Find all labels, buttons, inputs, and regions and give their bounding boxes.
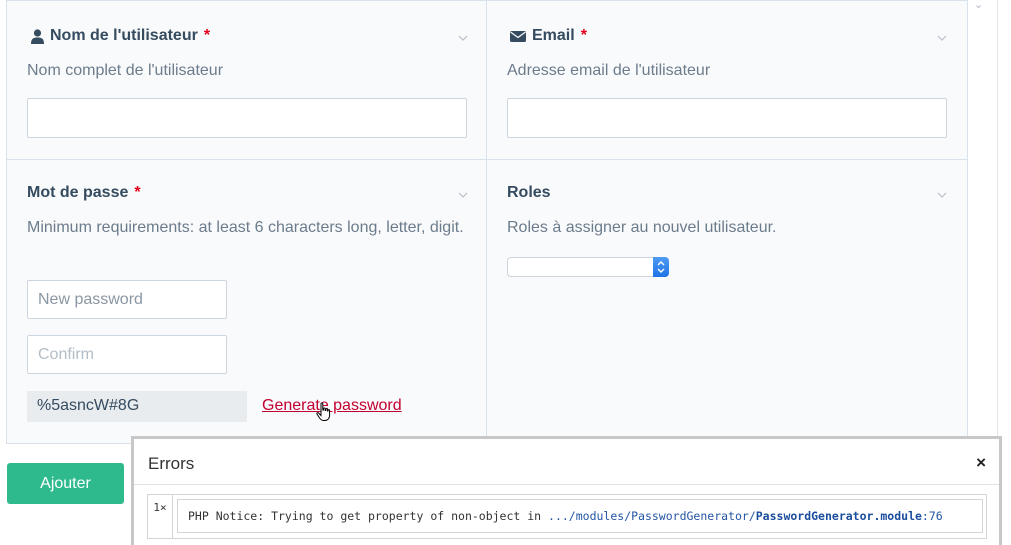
required-mark: *: [203, 27, 211, 44]
password-label: Mot de passe *: [27, 184, 141, 202]
error-message: PHP Notice: Trying to get property of no…: [177, 499, 983, 533]
errors-title: Errors: [148, 454, 195, 473]
roles-label-text: Roles: [507, 184, 551, 201]
username-label: Nom de l'utilisateur *: [31, 27, 210, 45]
error-prefix: PHP Notice: Trying to get property of no…: [188, 509, 549, 523]
row-divider: [7, 159, 967, 160]
error-path: .../modules/PasswordGenerator/: [548, 509, 756, 523]
hand-cursor-icon: [316, 402, 331, 421]
required-mark: *: [134, 184, 141, 201]
email-input[interactable]: [507, 98, 947, 138]
confirm-password-input[interactable]: [27, 335, 227, 374]
new-password-input[interactable]: [27, 280, 227, 319]
roles-label: Roles: [507, 184, 551, 202]
chevron-down-icon[interactable]: [936, 189, 948, 201]
username-label-text: Nom de l'utilisateur: [50, 27, 198, 44]
column-divider: [486, 1, 487, 444]
error-item: 1× PHP Notice: Trying to get property of…: [147, 494, 987, 539]
chevron-down-icon[interactable]: [936, 32, 948, 44]
errors-panel: Errors × 1× PHP Notice: Trying to get pr…: [131, 436, 1002, 545]
error-file: PasswordGenerator.module: [755, 509, 922, 523]
error-line: :76: [921, 509, 943, 523]
password-description: Minimum requirements: at least 6 charact…: [27, 219, 464, 236]
user-form: Nom de l'utilisateur * Nom complet de l'…: [6, 0, 968, 444]
roles-select[interactable]: [507, 257, 669, 277]
user-icon: [31, 28, 44, 44]
chevron-down-icon[interactable]: ⌄: [974, 0, 983, 11]
required-mark: *: [580, 27, 587, 44]
chevron-down-icon[interactable]: [457, 32, 469, 44]
roles-description: Roles à assigner au nouvel utilisateur.: [507, 219, 777, 236]
password-label-text: Mot de passe: [27, 184, 129, 201]
submit-button[interactable]: Ajouter: [7, 463, 124, 504]
close-icon[interactable]: ×: [976, 453, 986, 473]
scrollbar-strip[interactable]: ⌄: [967, 0, 998, 440]
username-description: Nom complet de l'utilisateur: [27, 62, 224, 79]
errors-header: Errors ×: [134, 439, 999, 485]
chevron-down-icon[interactable]: [457, 189, 469, 201]
envelope-icon: [510, 30, 526, 42]
email-label-text: Email: [532, 27, 575, 44]
username-input[interactable]: [27, 98, 467, 138]
up-down-arrows-icon: [657, 261, 665, 273]
generated-password: %5asncW#8G: [27, 391, 247, 422]
email-description: Adresse email de l'utilisateur: [507, 62, 711, 79]
select-stepper[interactable]: [653, 257, 669, 277]
email-label: Email *: [510, 27, 587, 45]
error-count: 1×: [148, 495, 173, 538]
